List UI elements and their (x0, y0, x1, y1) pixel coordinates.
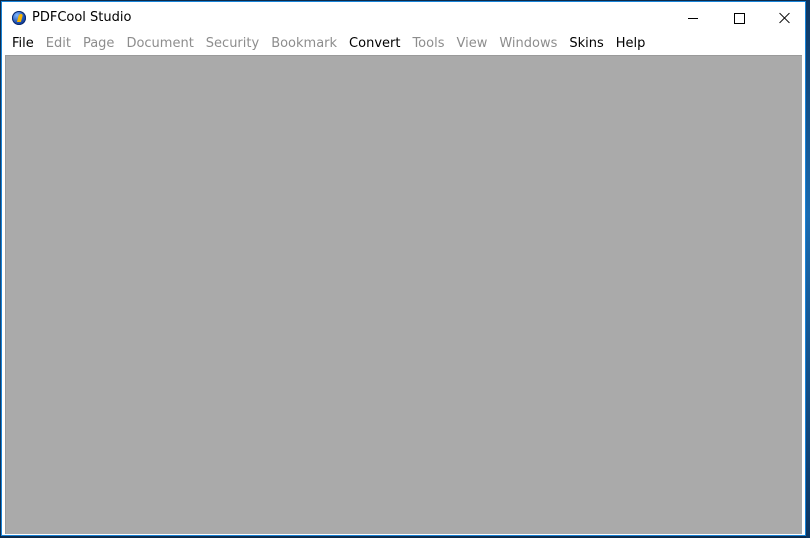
menu-help[interactable]: Help (610, 35, 652, 53)
title-bar[interactable]: PDFCool Studio (2, 2, 805, 34)
menu-file[interactable]: File (6, 35, 40, 53)
close-icon (779, 12, 791, 24)
menu-page[interactable]: Page (77, 35, 120, 53)
menu-tools[interactable]: Tools (406, 35, 450, 53)
menu-bookmark[interactable]: Bookmark (265, 35, 343, 53)
window-title: PDFCool Studio (32, 10, 132, 25)
desktop-wallpaper-edge (806, 0, 810, 538)
close-button[interactable] (762, 2, 808, 34)
menu-view[interactable]: View (450, 35, 493, 53)
minimize-icon (688, 18, 698, 19)
desktop-background: PDFCool Studio File Edit Page Document S… (0, 0, 810, 538)
maximize-button[interactable] (716, 2, 762, 34)
menu-document[interactable]: Document (120, 35, 199, 53)
menu-windows[interactable]: Windows (493, 35, 563, 53)
menu-edit[interactable]: Edit (40, 35, 77, 53)
app-window: PDFCool Studio File Edit Page Document S… (1, 1, 806, 536)
menu-security[interactable]: Security (200, 35, 265, 53)
pdfcool-app-icon[interactable] (12, 11, 26, 25)
maximize-icon (734, 13, 745, 24)
menu-convert[interactable]: Convert (343, 35, 406, 53)
minimize-button[interactable] (670, 2, 716, 34)
menu-skins[interactable]: Skins (563, 35, 609, 53)
document-workspace[interactable] (5, 55, 802, 534)
menu-bar: File Edit Page Document Security Bookmar… (2, 34, 805, 54)
